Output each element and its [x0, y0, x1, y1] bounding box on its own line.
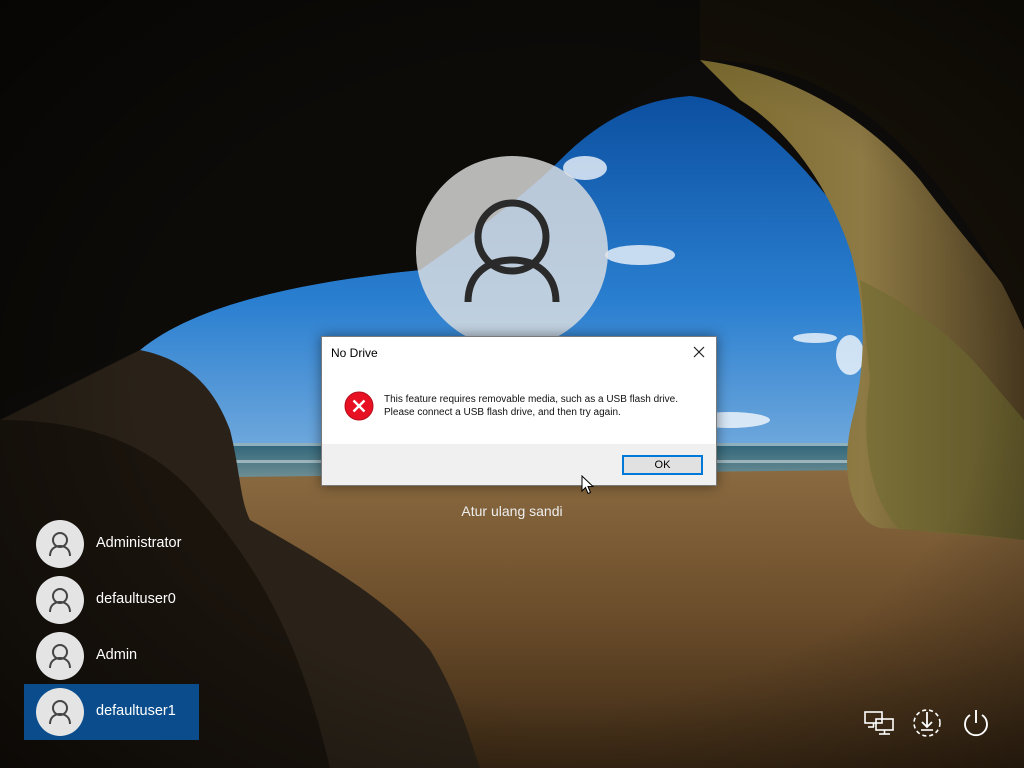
dialog-title: No Drive: [331, 346, 378, 360]
user-item-admin[interactable]: Admin: [24, 628, 199, 684]
ok-button[interactable]: OK: [622, 455, 703, 475]
user-name: defaultuser1: [96, 703, 176, 719]
reset-password-link[interactable]: Atur ulang sandi: [412, 503, 612, 519]
user-item-defaultuser1[interactable]: defaultuser1: [24, 684, 199, 740]
error-icon: [344, 391, 374, 421]
user-icon: [49, 644, 71, 669]
power-button[interactable]: [959, 706, 993, 740]
close-button[interactable]: [688, 341, 710, 363]
user-name: defaultuser0: [96, 591, 176, 607]
user-item-defaultuser0[interactable]: defaultuser0: [24, 572, 199, 628]
dialog-message: This feature requires removable media, s…: [384, 394, 679, 418]
avatar: [36, 520, 84, 568]
close-icon: [693, 346, 705, 358]
ease-of-access-icon: [913, 709, 941, 737]
network-button[interactable]: [862, 706, 896, 740]
dialog-footer: OK: [322, 444, 716, 485]
user-name: Administrator: [96, 535, 182, 551]
login-screen: Atur ulang sandi Administrator defaultus…: [0, 0, 1024, 768]
network-icon: [864, 711, 894, 735]
user-icon: [49, 700, 71, 725]
avatar: [36, 688, 84, 736]
user-icon: [464, 199, 560, 303]
selected-user-avatar: [416, 156, 608, 348]
ease-of-access-button[interactable]: [910, 706, 944, 740]
power-icon: [964, 710, 988, 737]
user-name: Admin: [96, 647, 138, 663]
user-icon: [49, 532, 71, 557]
avatar: [36, 632, 84, 680]
avatar: [36, 576, 84, 624]
user-icon: [49, 588, 71, 613]
user-item-administrator[interactable]: Administrator: [24, 516, 199, 572]
no-drive-dialog: No Drive This feature requires removable…: [321, 336, 717, 486]
mouse-cursor-icon: [581, 475, 595, 495]
